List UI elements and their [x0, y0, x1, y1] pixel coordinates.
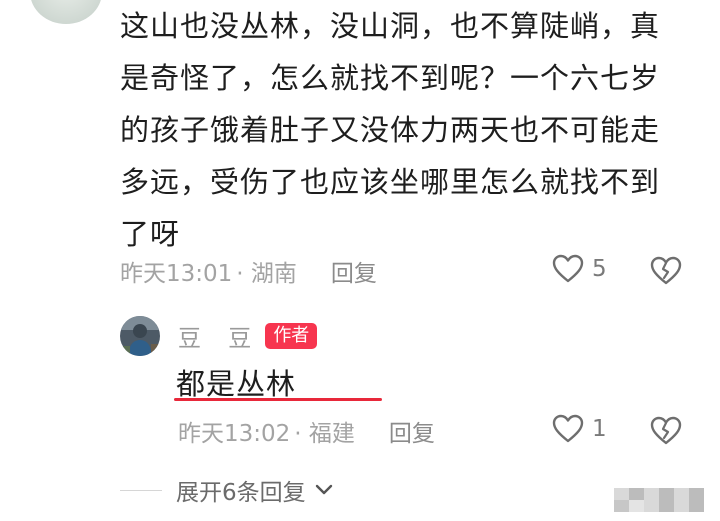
- heart-outline-icon: [552, 254, 584, 283]
- chevron-down-icon: [315, 484, 332, 495]
- comment-text: 这山也没丛林，没山洞，也不算陡峭，真 是奇怪了，怎么就找不到呢？一个六七岁 的孩…: [120, 0, 680, 260]
- comment-line-1: 这山也没丛林，没山洞，也不算陡峭，真: [120, 9, 661, 43]
- mosaic-watermark: [614, 488, 704, 512]
- reply-username[interactable]: 豆 豆: [178, 319, 261, 353]
- comment-line-2: 是奇怪了，怎么就找不到呢？一个六七岁: [120, 61, 661, 95]
- expand-replies-button[interactable]: 展开6条回复: [120, 472, 334, 508]
- expand-divider: [120, 489, 162, 491]
- comment-line-3: 的孩子饿着肚子又没体力两天也不可能走: [120, 113, 661, 147]
- reply-reply-button[interactable]: 回复: [389, 414, 435, 448]
- comment-like-button[interactable]: 5: [552, 254, 607, 284]
- reply-avatar-image: [120, 316, 160, 356]
- reply-like-count: 1: [592, 416, 607, 442]
- comment-like-count: 5: [592, 256, 607, 282]
- comment-line-4: 多远，受伤了也应该坐哪里怎么就找不到: [120, 165, 661, 199]
- reply-timestamp: 昨天13:02: [178, 421, 291, 447]
- commenter-avatar[interactable]: [30, 0, 102, 24]
- broken-heart-icon: [650, 256, 682, 285]
- comment-location: · 湖南: [236, 261, 297, 287]
- reply-like-button[interactable]: 1: [552, 414, 607, 444]
- comment-dislike-button[interactable]: [650, 256, 682, 290]
- comment-line-5: 了呀: [120, 217, 181, 251]
- reply-meta: 昨天13:02 · 福建 回复: [178, 414, 435, 448]
- reply-header: 豆 豆 作者: [178, 319, 318, 353]
- comment-reply-button[interactable]: 回复: [331, 254, 377, 288]
- broken-heart-icon: [650, 416, 682, 445]
- author-badge: 作者: [265, 323, 318, 349]
- reply-dislike-button[interactable]: [650, 416, 682, 450]
- heart-outline-icon: [552, 414, 584, 443]
- reply-avatar[interactable]: [120, 316, 160, 356]
- comment-timestamp: 昨天13:01: [120, 261, 233, 287]
- reply-underline-annotation: [174, 398, 382, 401]
- reply-location: · 福建: [294, 421, 355, 447]
- expand-replies-label: 展开6条回复: [176, 480, 306, 506]
- comment-meta: 昨天13:01 · 湖南 回复: [120, 254, 377, 288]
